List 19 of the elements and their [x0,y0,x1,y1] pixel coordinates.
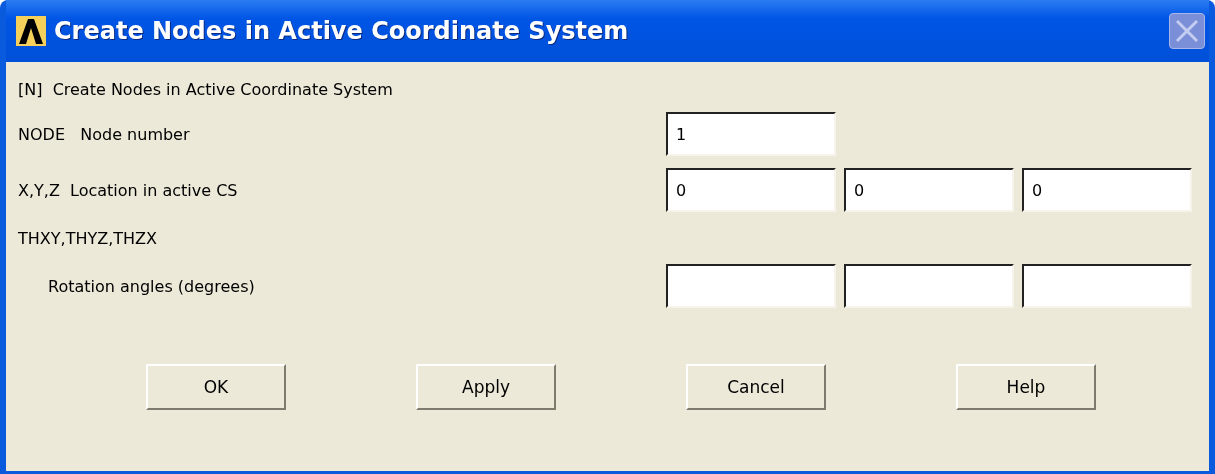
dialog-button[interactable]: Cancel [686,364,826,410]
field-label: Rotation angles (degrees) [47,276,256,296]
dialog-heading: [N] Create Nodes in Active Coordinate System [18,79,393,99]
dialog-button[interactable]: OK [146,364,286,410]
input-field[interactable]: 0 [666,168,836,212]
input-field[interactable]: 0 [1022,168,1192,212]
input-field[interactable] [844,264,1014,308]
input-field[interactable]: 1 [666,112,836,156]
dialog-button[interactable]: Help [956,364,1096,410]
logo-icon [16,16,46,46]
window-title: Create Nodes in Active Coordinate System [54,17,630,45]
close-icon [1174,18,1200,44]
input-field[interactable] [666,264,836,308]
dialog-button[interactable]: Apply [416,364,556,410]
field-label: THXY,THYZ,THZX [18,228,158,248]
field-label: NODE Node number [18,124,191,144]
input-field[interactable]: 0 [844,168,1014,212]
input-field[interactable] [1022,264,1192,308]
field-label: X,Y,Z Location in active CS [18,180,239,200]
